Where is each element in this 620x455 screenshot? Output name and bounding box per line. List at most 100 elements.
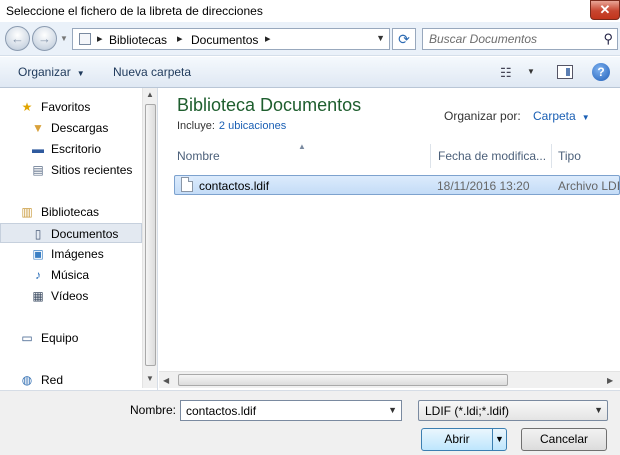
new-folder-button[interactable]: Nueva carpeta [113, 65, 191, 79]
organize-menu[interactable]: Organizar ▼ [18, 65, 85, 79]
scrollbar-thumb[interactable] [178, 374, 508, 386]
desktop-icon: ▬ [32, 142, 44, 156]
library-title: Biblioteca Documentos [177, 95, 362, 115]
filename-label: Nombre: [130, 403, 177, 417]
filename-combobox[interactable]: ▼ [180, 400, 402, 421]
recent-places-icon: ▤ [32, 163, 44, 177]
view-options-dropdown[interactable]: ▼ [527, 67, 535, 76]
sidebar-item-label: Documentos [51, 227, 119, 241]
folder-icon [79, 33, 91, 45]
address-bar[interactable]: ▸ Bibliotecas ▸ Documentos ▸ ▼ [72, 28, 390, 50]
column-header-date[interactable]: Fecha de modifica... [438, 144, 552, 168]
column-header-name[interactable]: Nombre [177, 144, 431, 168]
chevron-right-icon[interactable]: ▸ [97, 32, 103, 45]
libraries-icon: ▥ [21, 205, 33, 219]
navigation-bar: ← → ▼ ▸ Bibliotecas ▸ Documentos ▸ ▼ ⟳ ⚲ [0, 22, 620, 56]
sidebar-item-label: Equipo [41, 331, 79, 345]
sidebar-item-equipo[interactable]: ▭ Equipo [0, 328, 142, 348]
dialog-footer: Nombre: ▼ LDIF (*.ldi;*.ldif) ▼ Abrir ▼ … [0, 390, 620, 455]
sidebar-item-videos[interactable]: ▦ Vídeos [0, 286, 142, 306]
sidebar-item-escritorio[interactable]: ▬ Escritorio [0, 139, 142, 159]
caret-down-icon: ▼ [76, 69, 85, 78]
navigation-pane: ★ Favoritos ▼ Descargas ▬ Escritorio ▤ S… [0, 88, 158, 390]
arrow-right-icon: → [38, 31, 51, 46]
window-title: Seleccione el fichero de la libreta de d… [6, 4, 263, 18]
arrange-by-dropdown[interactable]: Carpeta ▼ [533, 109, 590, 123]
includes-locations-link[interactable]: 2 ubicaciones [219, 120, 286, 132]
view-details-icon[interactable]: ☷ [500, 65, 512, 81]
sidebar-item-descargas[interactable]: ▼ Descargas [0, 118, 142, 138]
title-bar: Seleccione el fichero de la libreta de d… [0, 0, 620, 22]
sidebar-item-label: Música [51, 268, 90, 282]
file-type-filter-value: LDIF (*.ldi;*.ldif) [425, 404, 510, 418]
forward-button[interactable]: → [32, 26, 57, 51]
chevron-down-icon[interactable]: ▼ [376, 33, 385, 43]
breadcrumb-documentos[interactable]: Documentos [191, 33, 258, 47]
file-row[interactable]: contactos.ldif 18/11/2016 13:20 Archivo … [174, 175, 620, 195]
pictures-icon: ▣ [32, 247, 44, 261]
sidebar-scrollbar[interactable]: ▲ ▼ [142, 88, 157, 388]
computer-icon: ▭ [21, 331, 33, 345]
music-icon: ♪ [35, 268, 41, 282]
sidebar-item-favoritos[interactable]: ★ Favoritos [0, 97, 142, 117]
sidebar-item-musica[interactable]: ♪ Música [0, 265, 142, 285]
file-date: 18/11/2016 13:20 [437, 179, 530, 193]
command-bar: Organizar ▼ Nueva carpeta ☷ ▼ ? [0, 57, 620, 88]
includes-label: Incluye: [177, 120, 215, 132]
chevron-down-icon[interactable]: ▼ [388, 405, 397, 415]
network-icon: ◍ [21, 373, 33, 387]
sidebar-item-label: Vídeos [51, 289, 89, 303]
back-button[interactable]: ← [5, 26, 30, 51]
open-options-dropdown[interactable]: ▼ [492, 429, 506, 450]
horizontal-scrollbar[interactable]: ◀ ▶ [159, 371, 620, 388]
sidebar-item-label: Favoritos [41, 100, 91, 114]
file-type-filter[interactable]: LDIF (*.ldi;*.ldif) ▼ [418, 400, 608, 421]
search-box[interactable]: ⚲ [422, 28, 618, 50]
sidebar-item-imagenes[interactable]: ▣ Imágenes [0, 244, 142, 264]
sidebar-item-documentos[interactable]: ▯ Documentos [0, 223, 142, 243]
scroll-right-icon[interactable]: ▶ [607, 376, 613, 385]
arrange-by-label: Organizar por: [444, 109, 521, 123]
arrow-left-icon: ← [11, 31, 24, 46]
close-button[interactable]: ✕ [590, 0, 620, 20]
sidebar-item-label: Bibliotecas [41, 205, 100, 219]
open-button-label: Abrir [444, 432, 470, 446]
sidebar-item-label: Descargas [51, 121, 109, 135]
file-name: contactos.ldif [199, 179, 270, 193]
scrollbar-thumb[interactable] [145, 104, 156, 366]
organize-label: Organizar [18, 65, 71, 79]
file-icon [181, 177, 193, 192]
arrange-by-value: Carpeta [533, 109, 576, 123]
file-type: Archivo LDIF [558, 179, 620, 193]
preview-pane-icon[interactable] [557, 65, 573, 79]
documents-icon: ▯ [34, 227, 42, 241]
star-icon: ★ [21, 100, 33, 114]
chevron-right-icon[interactable]: ▸ [265, 32, 271, 45]
file-list-pane: Biblioteca Documentos Incluye: 2 ubicacio… [159, 88, 620, 390]
scroll-up-icon[interactable]: ▲ [146, 90, 154, 99]
cancel-button[interactable]: Cancelar [521, 428, 607, 451]
caret-down-icon: ▼ [581, 113, 590, 122]
sidebar-item-sitios-recientes[interactable]: ▤ Sitios recientes [0, 160, 142, 180]
open-button[interactable]: Abrir ▼ [421, 428, 507, 451]
column-header-type[interactable]: Tipo [558, 144, 620, 168]
breadcrumb-bibliotecas[interactable]: Bibliotecas [109, 33, 167, 47]
sidebar-item-label: Sitios recientes [51, 163, 133, 177]
sidebar-item-label: Red [41, 373, 64, 387]
sidebar-item-bibliotecas[interactable]: ▥ Bibliotecas [0, 202, 142, 222]
sidebar-item-red[interactable]: ◍ Red [0, 370, 142, 390]
scroll-down-icon[interactable]: ▼ [146, 374, 154, 383]
scroll-left-icon[interactable]: ◀ [163, 376, 169, 385]
recent-locations-dropdown[interactable]: ▼ [60, 34, 68, 43]
chevron-right-icon[interactable]: ▸ [177, 32, 183, 45]
search-icon[interactable]: ⚲ [603, 31, 613, 47]
downloads-folder-icon: ▼ [32, 121, 44, 135]
filename-input[interactable] [186, 404, 381, 418]
chevron-down-icon: ▼ [594, 405, 603, 415]
refresh-icon: ⟳ [398, 31, 410, 47]
refresh-button[interactable]: ⟳ [392, 28, 416, 50]
videos-icon: ▦ [32, 289, 44, 303]
sidebar-item-label: Escritorio [51, 142, 102, 156]
help-icon[interactable]: ? [592, 63, 610, 81]
search-input[interactable] [429, 32, 594, 46]
